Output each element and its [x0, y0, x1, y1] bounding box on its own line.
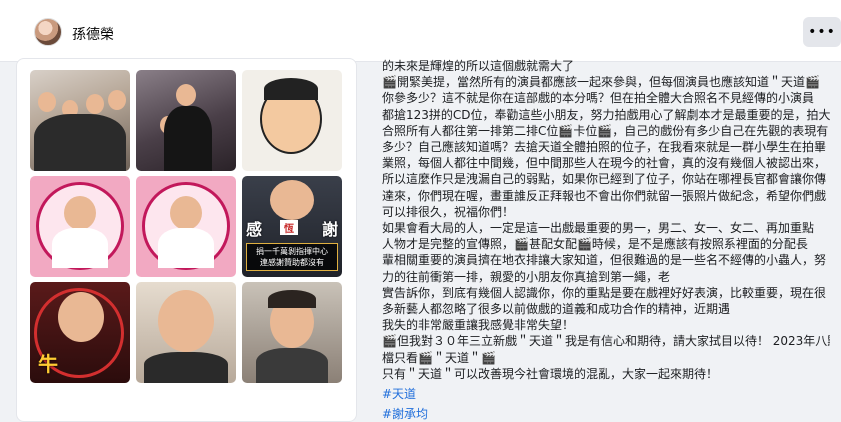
post-line: 多少？自己應該知道嗎？去搶天道全體拍照的位子，在我看來就是一群小學生在拍畢	[382, 140, 827, 155]
brand-badge: 恆	[280, 220, 298, 235]
caption-line-2: 連感謝贊助都沒有	[260, 258, 324, 267]
post-line: 如果會看大局的人，一定是這一出戲最重要的男一，男二、女一、女二、再加重點	[382, 221, 815, 236]
post-line: 輩相關重要的演員擠在地衣排讓大家知道，但很難過的是一些名不經傳的小蟲人，努	[382, 253, 827, 268]
person-face	[86, 94, 104, 114]
photo-tile-3-cartoon[interactable]	[242, 70, 342, 171]
person-face	[158, 290, 214, 352]
photo-tile-8[interactable]	[136, 282, 236, 383]
photo-tile-9[interactable]	[242, 282, 342, 383]
post-line: 達來，你們現在喔，畫重誰反正拜報也不會出你們就留一張照片做紀念，希望你們戲	[382, 188, 827, 203]
post-line: 只有＂天道＂可以改善現今社會環境的混亂，大家一起來期待！	[382, 366, 719, 381]
thanks-char-left: 感	[246, 220, 263, 239]
post-line: 都搶123拼的CD位，奉勸這些小朋友，努力拍戲用心了解劇本才是最重要的是，拍大	[382, 107, 830, 122]
more-options-button[interactable]: •••	[803, 17, 841, 47]
person-face	[64, 196, 96, 230]
person-face	[270, 180, 314, 220]
photo-tile-5[interactable]	[136, 176, 236, 277]
photo-tile-6-thanks[interactable]: 感 謝 恆 捐一千萬剝指揮中心 連感謝贊助都沒有	[242, 176, 342, 277]
person-face	[38, 92, 56, 112]
person-face	[176, 84, 196, 106]
post-line: 力的往前衝第一排，親愛的小朋友你真搶到第一繩，老	[382, 269, 671, 284]
caption-strip: 捐一千萬剝指揮中心 連感謝贊助都沒有	[246, 243, 338, 271]
post-line: 的未來是輝煌的所以這個戲就需大了	[382, 59, 575, 73]
post-header: 孫德榮 •••	[0, 0, 841, 62]
post-text: 的未來是輝煌的所以這個戲就需大了 🎬開緊美提，當然所有的演員都應該一起來參與，但每…	[382, 58, 830, 422]
photo-tile-7[interactable]: 牛	[30, 282, 130, 383]
logo-text: 牛	[38, 352, 58, 376]
cartoon-hair	[264, 78, 318, 100]
group-clothing	[34, 114, 126, 171]
hashtag-link[interactable]: #謝承均	[382, 406, 830, 422]
thanks-char-right: 謝	[321, 220, 338, 239]
person-face	[108, 90, 126, 110]
photo-grid-card: 感 謝 恆 捐一千萬剝指揮中心 連感謝贊助都沒有 牛	[16, 58, 357, 422]
post-line: 可以排很久，祝福你們！	[382, 204, 515, 219]
person-face	[170, 196, 202, 230]
photo-tile-2[interactable]	[136, 70, 236, 171]
avatar[interactable]	[34, 18, 62, 46]
post-line: 🎬但我對３０年三立新戲＂天道＂我是有信心和期待，請大家拭目以待！ 2023年八點	[382, 334, 830, 349]
caption-line-1: 捐一千萬剝指揮中心	[256, 247, 328, 256]
shirt	[158, 228, 214, 268]
post-line: 你參多少？這不就是你在這部戲的本分嗎？但在拍全體大合照名不見經傳的小演員	[382, 91, 815, 106]
post-line: 所以這麼作只是洩漏自己的弱點，如果你已經到了位子，你站在哪裡長官都會讓你傳	[382, 172, 827, 187]
person-face	[58, 292, 104, 342]
shirt	[256, 348, 328, 383]
post-line: 檔只看🎬＂天道＂🎬	[382, 350, 496, 365]
jacket	[144, 352, 228, 383]
suit	[164, 106, 212, 171]
hair	[268, 290, 316, 308]
post-line: 業照，每個人都往中間幾，但中間那些人在現今的社會，真的沒有幾個人被認出來，	[382, 156, 827, 171]
post-line: 合照所有人都往第一排第二排C位🎬卡位🎬，自己的戲份有多少自己在先觀的表現有	[382, 123, 829, 138]
profile-name[interactable]: 孫德榮	[72, 24, 114, 44]
hashtag-link[interactable]: #天道	[382, 386, 830, 402]
post-line: 🎬開緊美提，當然所有的演員都應該一起來參與，但每個演員也應該知道＂天道🎬	[382, 75, 820, 90]
shirt	[52, 228, 108, 268]
post-line: 多新藝人都忽略了很多以前做戲的道義和成功合作的精神，近期遇	[382, 302, 731, 317]
post-line: 我失的非常嚴重讓我感覺非常失望！	[382, 318, 575, 333]
post-line: 人物才是完整的宣傳照，🎬甚配女配🎬時候，是不是應該有按照系裡面的分配長	[382, 237, 808, 252]
post-line: 實告訴你，到底有幾個人認識你，你的重點是要在戲裡好好表演，比較重要，現在很	[382, 285, 827, 300]
photo-tile-1[interactable]	[30, 70, 130, 171]
photo-tile-4[interactable]	[30, 176, 130, 277]
